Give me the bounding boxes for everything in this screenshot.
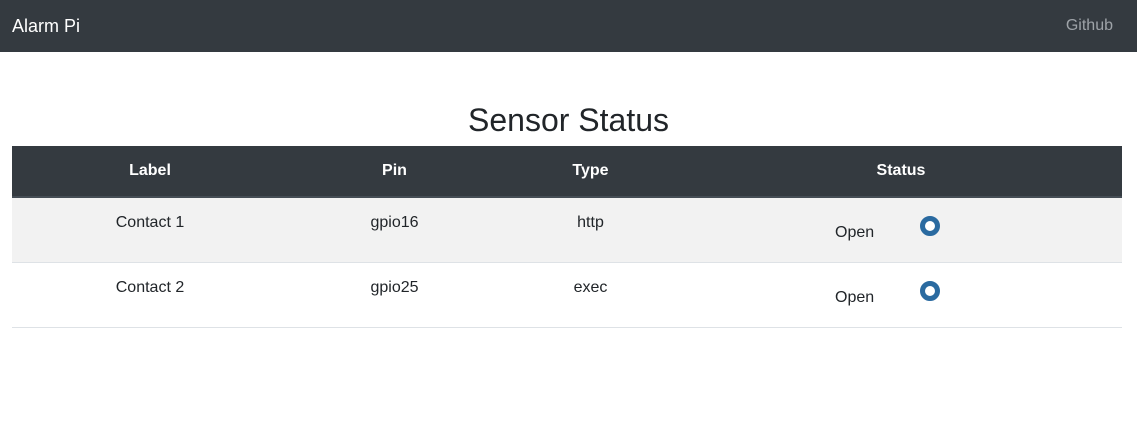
sensor-pin: gpio25 — [288, 262, 501, 328]
github-link[interactable]: Github — [1066, 17, 1113, 35]
table-header: Label Pin Type Status — [12, 146, 1122, 198]
sensor-label: Contact 2 — [12, 262, 288, 328]
sensor-status-cell: Open — [680, 262, 1122, 328]
sensor-table: Label Pin Type Status Contact 1 gpio16 h… — [12, 146, 1122, 328]
column-header-type: Type — [501, 146, 680, 198]
status-ring-icon — [920, 216, 940, 236]
column-header-label: Label — [12, 146, 288, 198]
navbar-brand[interactable]: Alarm Pi — [12, 16, 80, 37]
page-title: Sensor Status — [468, 102, 669, 138]
table-header-row: Label Pin Type Status — [12, 146, 1122, 198]
table-row: Contact 2 gpio25 exec Open — [12, 262, 1122, 328]
column-header-pin: Pin — [288, 146, 501, 198]
sensor-type: exec — [501, 262, 680, 328]
navbar: Alarm Pi Github — [0, 0, 1137, 52]
table-body: Contact 1 gpio16 http Open Contact 2 gpi… — [12, 197, 1122, 328]
column-header-status: Status — [680, 146, 1122, 198]
sensor-type: http — [501, 197, 680, 263]
table-row: Contact 1 gpio16 http Open — [12, 197, 1122, 263]
sensor-status-cell: Open — [680, 197, 1122, 263]
status-ring-icon — [920, 280, 940, 301]
sensor-label: Contact 1 — [12, 197, 288, 263]
sensor-pin: gpio16 — [288, 197, 501, 263]
sensor-status-text: Open — [835, 224, 875, 241]
sensor-status-text: Open — [835, 288, 875, 306]
